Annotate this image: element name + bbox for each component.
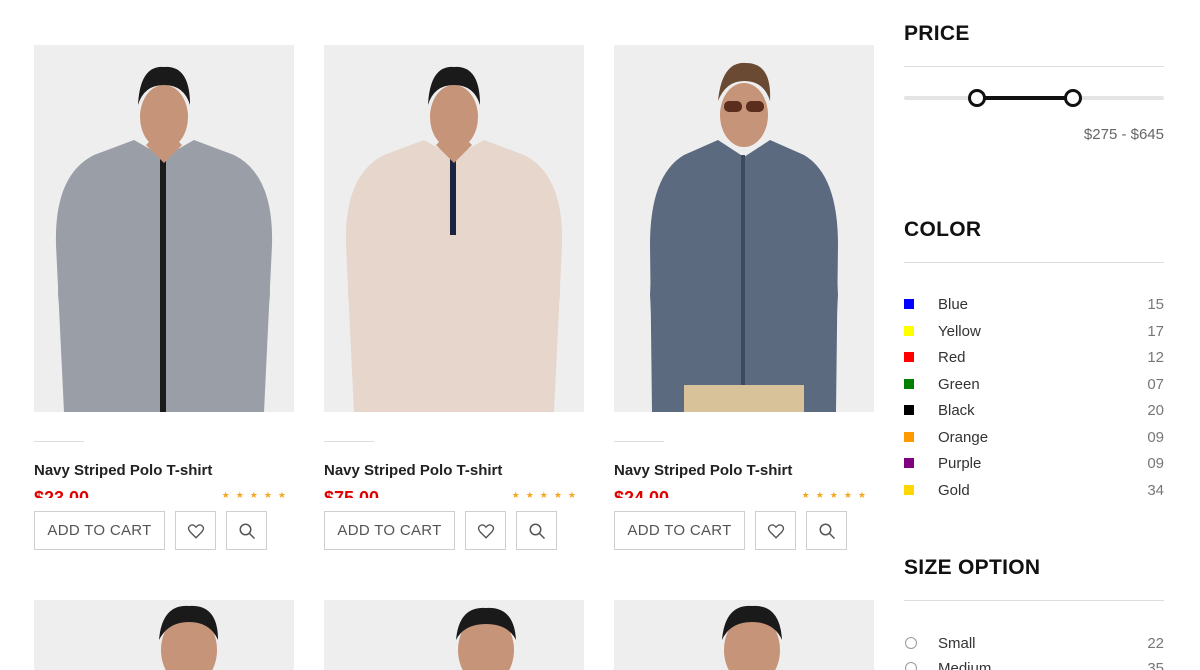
wishlist-button[interactable] — [465, 511, 506, 550]
color-swatch — [904, 458, 914, 468]
product-image[interactable] — [324, 600, 584, 670]
size-label: Medium — [938, 660, 992, 670]
color-label: Blue — [938, 296, 969, 313]
color-option-purple[interactable]: Purple 09 — [904, 455, 1164, 473]
color-option-green[interactable]: Green 07 — [904, 376, 1164, 394]
rating-stars: ★★★★★ — [221, 490, 292, 498]
size-option-medium[interactable]: Medium 35 — [904, 660, 1164, 670]
divider — [904, 600, 1164, 601]
color-label: Black — [938, 402, 975, 419]
product-name[interactable]: Navy Striped Polo T-shirt — [614, 462, 792, 479]
product-image[interactable] — [34, 45, 294, 412]
color-count: 20 — [1147, 402, 1164, 419]
color-count: 34 — [1147, 481, 1164, 499]
model-photo — [159, 605, 218, 670]
search-icon — [529, 523, 546, 540]
product-image[interactable] — [614, 45, 874, 412]
product-image[interactable] — [34, 600, 294, 670]
search-icon — [239, 523, 256, 540]
heart-icon — [477, 524, 495, 539]
color-count: 09 — [1147, 455, 1164, 472]
model-photo — [456, 607, 516, 670]
divider — [904, 262, 1164, 263]
color-count: 07 — [1147, 375, 1164, 393]
divider — [34, 441, 84, 442]
color-label: Yellow — [938, 322, 981, 340]
color-label: Orange — [938, 428, 989, 446]
wishlist-button[interactable] — [755, 511, 796, 550]
color-count: 17 — [1147, 322, 1164, 340]
color-count: 12 — [1147, 349, 1164, 366]
product-image[interactable] — [614, 600, 874, 670]
product-name[interactable]: Navy Striped Polo T-shirt — [34, 462, 212, 479]
add-to-cart-button[interactable]: ADD TO CART — [614, 511, 745, 550]
price-slider-range — [976, 96, 1073, 100]
model-photo — [55, 66, 273, 412]
product-image[interactable] — [324, 45, 584, 412]
product-name[interactable]: Navy Striped Polo T-shirt — [324, 462, 502, 479]
product-price: $24.00 — [614, 488, 670, 498]
divider — [904, 66, 1164, 67]
color-option-blue[interactable]: Blue 15 — [904, 296, 1164, 314]
divider — [614, 441, 664, 442]
search-icon — [819, 523, 836, 540]
divider — [324, 441, 374, 442]
add-to-cart-button[interactable]: ADD TO CART — [324, 511, 455, 550]
price-range-label: $275 - $645 — [1083, 126, 1164, 143]
color-swatch — [904, 378, 914, 389]
size-count: 35 — [1147, 660, 1164, 670]
radio-button[interactable] — [905, 637, 917, 649]
price-filter-title: PRICE — [904, 22, 970, 45]
radio-button[interactable] — [905, 662, 917, 670]
price-row: $24.00 ★★★★★ — [614, 486, 874, 498]
color-label: Purple — [938, 455, 982, 472]
heart-icon — [187, 524, 205, 539]
color-label: Green — [938, 375, 980, 393]
color-option-orange[interactable]: Orange 09 — [904, 429, 1164, 447]
model-photo — [650, 62, 838, 412]
quick-view-button[interactable] — [226, 511, 267, 550]
color-option-red[interactable]: Red 12 — [904, 349, 1164, 367]
color-filter-title: COLOR — [904, 218, 982, 241]
color-label: Gold — [938, 481, 970, 499]
color-count: 15 — [1147, 296, 1164, 313]
size-filter-title: SIZE OPTION — [904, 556, 1041, 579]
add-to-cart-button[interactable]: ADD TO CART — [34, 511, 165, 550]
wishlist-button[interactable] — [175, 511, 216, 550]
price-slider-max-handle[interactable] — [1064, 89, 1082, 107]
rating-stars: ★★★★★ — [801, 490, 872, 498]
color-option-yellow[interactable]: Yellow 17 — [904, 323, 1164, 341]
color-swatch — [904, 431, 914, 442]
model-photo — [345, 66, 563, 412]
rating-stars: ★★★★★ — [511, 490, 582, 498]
size-count: 22 — [1147, 635, 1164, 652]
heart-icon — [767, 524, 785, 539]
color-option-gold[interactable]: Gold 34 — [904, 482, 1164, 500]
model-photo — [722, 605, 782, 670]
color-count: 09 — [1147, 428, 1164, 446]
color-swatch — [904, 325, 914, 336]
color-label: Red — [938, 349, 966, 366]
product-price: $23.00 — [34, 488, 90, 498]
color-swatch — [904, 299, 914, 309]
price-slider-min-handle[interactable] — [967, 89, 986, 107]
quick-view-button[interactable] — [806, 511, 847, 550]
color-option-black[interactable]: Black 20 — [904, 402, 1164, 420]
color-swatch — [904, 484, 914, 495]
size-option-small[interactable]: Small 22 — [904, 635, 1164, 653]
price-row: $75.00 ★★★★★ — [324, 486, 584, 498]
quick-view-button[interactable] — [516, 511, 557, 550]
color-swatch — [904, 352, 914, 362]
price-row: $23.00 ★★★★★ — [34, 486, 294, 498]
color-swatch — [904, 405, 914, 415]
product-price: $75.00 — [324, 488, 380, 498]
size-label: Small — [938, 635, 976, 652]
